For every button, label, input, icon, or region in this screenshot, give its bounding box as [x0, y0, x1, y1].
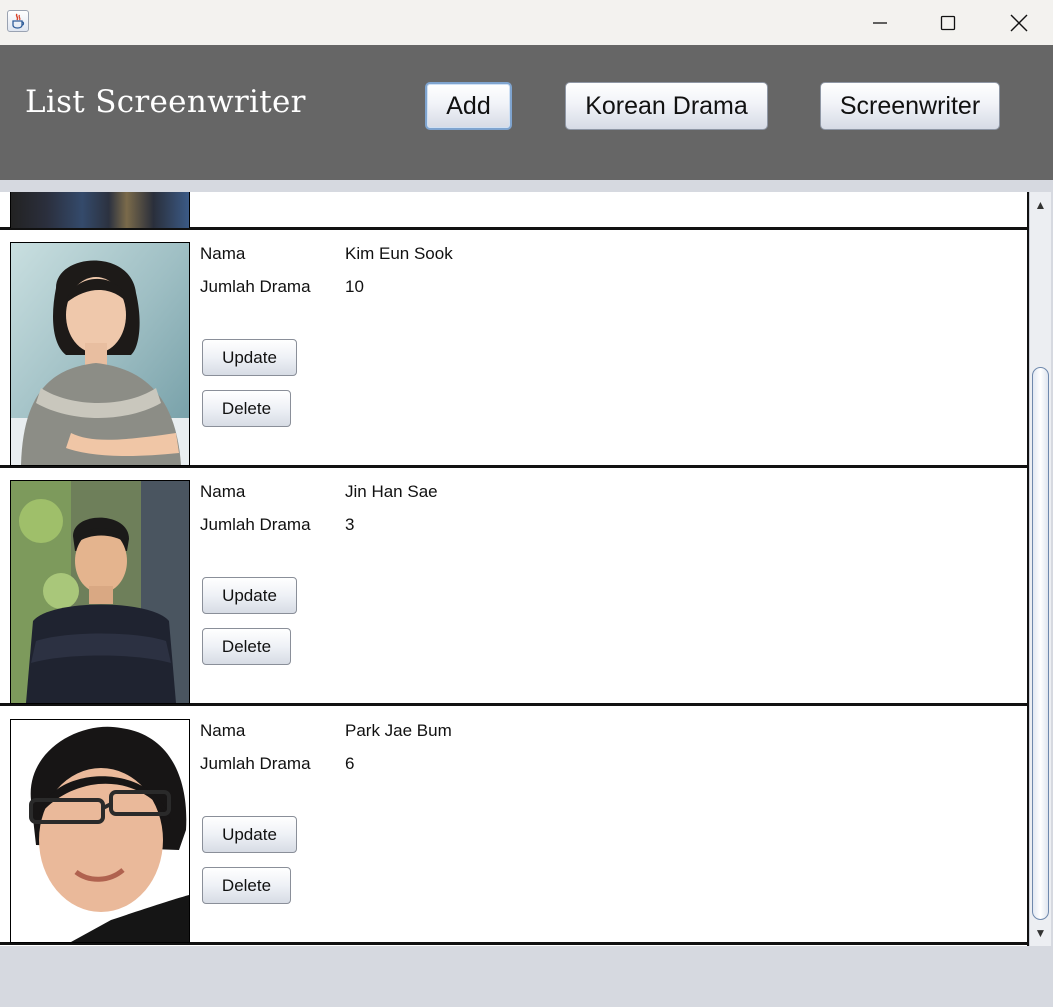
screenwriter-photo	[10, 192, 190, 228]
screenwriter-list[interactable]: Nama Kim Eun Sook Jumlah Drama 10 Update…	[0, 192, 1029, 946]
drama-count-value: 10	[345, 277, 364, 296]
name-label: Nama	[200, 721, 246, 740]
scroll-up-arrow-icon[interactable]: ▲	[1030, 194, 1051, 216]
drama-count-label: Jumlah Drama	[200, 277, 311, 296]
update-button[interactable]: Update	[202, 339, 297, 376]
list-item: Nama Kim Eun Sook Jumlah Drama 10 Update…	[0, 230, 1027, 468]
update-button[interactable]: Update	[202, 577, 297, 614]
list-item	[0, 192, 1027, 230]
update-button[interactable]: Update	[202, 816, 297, 853]
window-titlebar	[0, 0, 1053, 46]
scroll-down-arrow-icon[interactable]: ▼	[1030, 922, 1051, 944]
header-bar: List Screenwriter Add Korean Drama Scree…	[0, 45, 1053, 180]
java-cup-icon	[7, 10, 29, 32]
vertical-scrollbar[interactable]: ▲ ▼	[1029, 192, 1051, 946]
minimize-button[interactable]	[846, 0, 914, 45]
screenwriter-photo	[10, 242, 190, 466]
footer-panel	[0, 946, 1053, 1007]
delete-button[interactable]: Delete	[202, 867, 291, 904]
close-icon	[1010, 14, 1028, 31]
page-title: List Screenwriter	[25, 84, 306, 120]
close-button[interactable]	[985, 0, 1053, 45]
screenwriter-photo	[10, 480, 190, 704]
drama-count-value: 3	[345, 515, 355, 534]
delete-button[interactable]: Delete	[202, 628, 291, 665]
screenwriter-photo	[10, 719, 190, 943]
name-value: Kim Eun Sook	[345, 244, 453, 263]
name-value: Park Jae Bum	[345, 721, 452, 740]
drama-count-value: 6	[345, 754, 355, 773]
list-item: Nama Jin Han Sae Jumlah Drama 3 Update D…	[0, 468, 1027, 706]
drama-count-label: Jumlah Drama	[200, 515, 311, 534]
maximize-icon	[940, 15, 956, 30]
name-label: Nama	[200, 482, 246, 501]
delete-button[interactable]: Delete	[202, 390, 291, 427]
maximize-button[interactable]	[914, 0, 982, 45]
scrollbar-thumb[interactable]	[1032, 367, 1049, 920]
name-value: Jin Han Sae	[345, 482, 438, 501]
korean-drama-button[interactable]: Korean Drama	[565, 82, 768, 130]
drama-count-label: Jumlah Drama	[200, 754, 311, 773]
minimize-icon	[873, 21, 887, 24]
add-button[interactable]: Add	[425, 82, 512, 130]
name-label: Nama	[200, 244, 246, 263]
screenwriter-button[interactable]: Screenwriter	[820, 82, 1000, 130]
list-item: Nama Park Jae Bum Jumlah Drama 6 Update …	[0, 707, 1027, 945]
